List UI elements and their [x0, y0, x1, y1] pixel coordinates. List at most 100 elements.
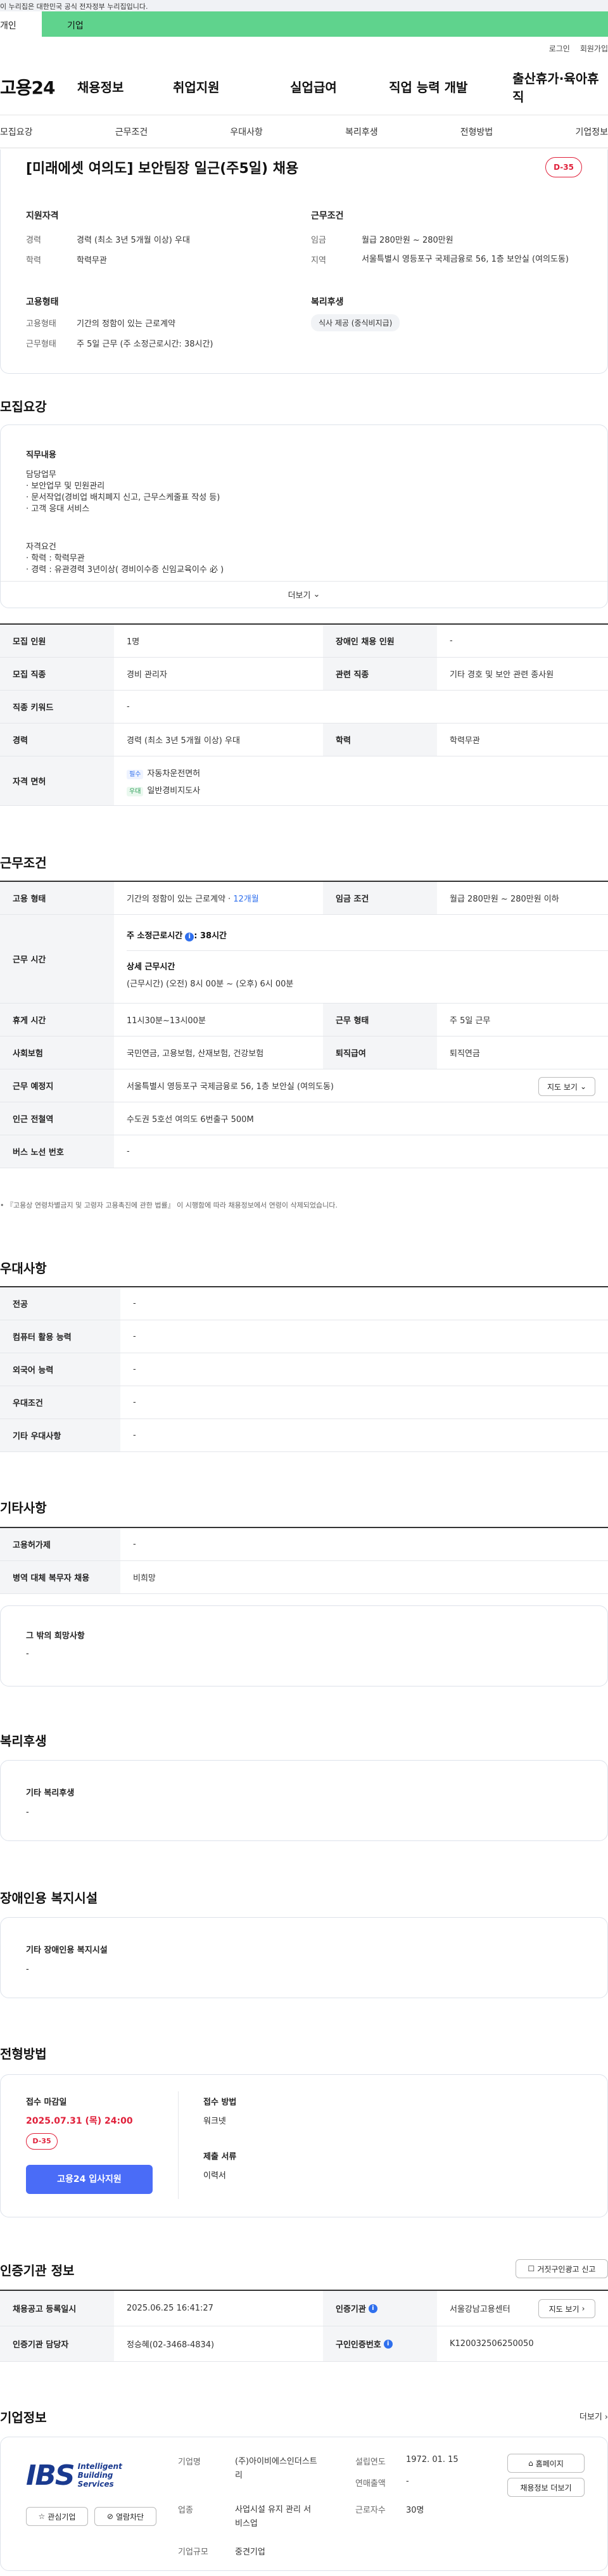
star-icon: ☆ — [38, 2512, 46, 2521]
block-button[interactable]: ⊘ 열람차단 — [94, 2507, 156, 2526]
table-row: 모집 직종 경비 관리자 관련 직종 기타 경호 및 보안 관련 종사원 — [0, 658, 608, 691]
block-label: 열람차단 — [115, 2512, 144, 2522]
logo-line: Building — [77, 2471, 113, 2480]
edu-value: 학력무관 — [77, 256, 107, 265]
facility-heading: 장애인용 복지시설 — [0, 1891, 98, 1906]
selection-dday-badge: D-35 — [26, 2133, 58, 2150]
gnb-training[interactable]: 직업 능력 개발 — [389, 77, 512, 96]
company-logo: IBS Intelligent Building Services — [26, 2454, 156, 2497]
emp-count-label: 근로자수 — [355, 2506, 386, 2515]
gnb-unemployment[interactable]: 실업급여 — [290, 77, 389, 96]
welfare-card: 기타 복리후생 - — [0, 1760, 608, 1841]
site-logo[interactable]: 고용24 — [0, 74, 77, 99]
req-list: 자격요건 · 학력 : 학력무관 · 경력 : 유관경력 3년이상( 경비이수증… — [26, 542, 224, 576]
work-type-value: 주 5일 근무 — [450, 1016, 491, 1026]
recruit-heading: 모집요강 — [0, 399, 47, 414]
work-type-label: 근무 형태 — [323, 1004, 437, 1036]
pref-label: 외국어 능력 — [0, 1353, 120, 1386]
deadline-label: 접수 마감일 — [26, 2098, 67, 2107]
gov-banner: 이 누리집은 대한민국 공식 전자정부 누리집입니다. — [0, 0, 608, 11]
company-more-link[interactable]: 더보기 › — [580, 2410, 608, 2422]
snb-welfare[interactable]: 복리후생 — [345, 125, 378, 138]
preference-table: 전공 - 컴퓨터 활용 능력 - 외국어 능력 - 우대조건 - 기타 우대사항 - — [0, 1286, 608, 1452]
license-values: 필수 자동차운전면허 우대 일반경비지도사 — [114, 756, 608, 805]
snb-selection[interactable]: 전형방법 — [460, 125, 493, 138]
agency-table: 채용공고 등록일시 2025.06.25 16:41:27 인증기관 i 서울강남… — [0, 2290, 608, 2362]
emp-type-value: 기간의 정함이 있는 근로계약 · 12개월 — [114, 882, 323, 914]
table-row: 컴퓨터 활용 능력 - — [0, 1320, 608, 1353]
snb-preference[interactable]: 우대사항 — [230, 125, 263, 138]
welfare-title: 복리후생 — [311, 297, 344, 307]
chevron-down-icon: ⌄ — [313, 590, 320, 599]
gnb-jobs[interactable]: 채용정보 — [77, 77, 173, 96]
facility-box-value: - — [26, 1965, 29, 1974]
org-label: 인증기관 — [336, 2305, 366, 2314]
favorite-button[interactable]: ☆ 관심기업 — [26, 2507, 88, 2526]
wage-cond-label: 임금 조건 — [323, 882, 437, 914]
break-value: 11시30분~13시00분 — [127, 1016, 206, 1026]
other-wish-value: - — [26, 1649, 29, 1659]
welfare-heading: 복리후생 — [0, 1733, 47, 1749]
break-label: 휴게 시간 — [0, 1004, 114, 1036]
company-jobs-button[interactable]: 채용정보 더보기 — [507, 2478, 585, 2497]
emp-months: 12개월 — [233, 895, 259, 904]
place-label: 근무 예정지 — [0, 1069, 114, 1102]
place-value: 서울특별시 영등포구 국제금융로 56, 1층 보안실 (여의도동) — [127, 1082, 334, 1092]
table-row: 경력 경력 (최소 3년 5개월 이상) 우대 학력 학력무관 — [0, 724, 608, 756]
snb-conditions[interactable]: 근무조건 — [115, 125, 148, 138]
gnb-leave[interactable]: 출산휴가·육아휴직 — [512, 68, 608, 105]
docs-value: 이력서 — [203, 2171, 226, 2181]
est-value: 1972. 01. 15 — [406, 2455, 459, 2464]
table-row: 휴게 시간 11시30분~13시00분 근무 형태 주 5일 근무 — [0, 1004, 608, 1036]
more-label: 더보기 — [288, 591, 311, 601]
info-icon[interactable]: i — [368, 2304, 377, 2313]
detail-hours-title: 상세 근무시간 — [127, 962, 175, 972]
gnb-employment[interactable]: 취업지원 — [173, 77, 290, 96]
hours-value: 주 5일 근무 (주 소정근로시간: 38시간) — [77, 340, 213, 349]
selection-heading: 전형방법 — [0, 2046, 47, 2062]
required-tag: 필수 — [127, 769, 144, 779]
insurance-value: 국민연금, 고용보험, 산재보험, 건강보험 — [127, 1049, 264, 1059]
snb-recruit[interactable]: 모집요강 — [0, 125, 33, 138]
reg-value: 2025.06.25 16:41:27 — [127, 2304, 213, 2313]
info-icon[interactable]: i — [185, 933, 194, 941]
no-label-cell: 구인인증번호 i — [323, 2326, 437, 2361]
homepage-button[interactable]: ⌂ 홈페이지 — [507, 2454, 585, 2473]
table-row: 근무 예정지 서울특별시 영등포구 국제금융로 56, 1층 보안실 (여의도동… — [0, 1069, 608, 1102]
method-value: 워크넷 — [203, 2117, 226, 2126]
mgr-value: 정승혜(02-3468-4834) — [127, 2340, 215, 2350]
std-hours-value: : 38시간 — [194, 931, 227, 941]
snb-company[interactable]: 기업정보 — [575, 125, 608, 138]
pref-label: 우대조건 — [0, 1386, 120, 1419]
welfare-box-value: - — [26, 1808, 29, 1817]
disabled-label: 장애인 채용 인원 — [323, 625, 437, 657]
req-line: · 경력 : 유관경력 3년이상( 경비이수증 신임교육이수 必 ) — [26, 565, 224, 575]
join-link[interactable]: 회원가입 — [580, 44, 608, 53]
edu-row-label: 학력 — [323, 724, 437, 756]
report-btn-label: 거짓구인광고 신고 — [537, 2264, 596, 2274]
emp-type-label: 고용 형태 — [0, 882, 114, 914]
util-bar: 로그인 회원가입 — [0, 37, 608, 58]
tab-personal[interactable]: 개인 — [0, 11, 42, 37]
conditions-table: 고용 형태 기간의 정함이 있는 근로계약 · 12개월 임금 조건 월급 28… — [0, 881, 608, 1168]
cname-value: (주)아이비에스인더스트리 — [235, 2457, 317, 2480]
homepage-label: 홈페이지 — [535, 2459, 564, 2468]
login-link[interactable]: 로그인 — [549, 44, 570, 53]
table-row: 직종 키워드 - — [0, 691, 608, 724]
bullet-icon: • — [0, 1201, 6, 1209]
qual-title: 지원자격 — [26, 211, 59, 221]
emp-value: 기간의 정함이 있는 근로계약 — [77, 319, 175, 329]
report-button[interactable]: ☐ 거짓구인광고 신고 — [516, 2259, 608, 2278]
welfare-tag: 식사 제공 (중식비지급) — [311, 314, 400, 331]
tab-company[interactable]: 기업 — [42, 11, 84, 37]
agency-map-button[interactable]: 지도 보기 › — [538, 2299, 595, 2318]
duty-more-button[interactable]: 더보기 ⌄ — [1, 581, 607, 608]
detail-hours-value: (근무시간) (오전) 8시 00분 ~ (오후) 6시 00분 — [127, 979, 294, 989]
apply-button[interactable]: 고용24 입사지원 — [26, 2165, 153, 2194]
favorite-label: 관심기업 — [48, 2512, 76, 2522]
info-icon[interactable]: i — [383, 2339, 393, 2349]
edu-label: 학력 — [26, 256, 41, 265]
map-button[interactable]: 지도 보기 ⌄ — [538, 1077, 595, 1096]
agency-heading: 인증기관 정보 — [0, 2263, 75, 2278]
section-nav: 모집요강 근무조건 우대사항 복리후생 전형방법 기업정보 — [0, 115, 608, 148]
